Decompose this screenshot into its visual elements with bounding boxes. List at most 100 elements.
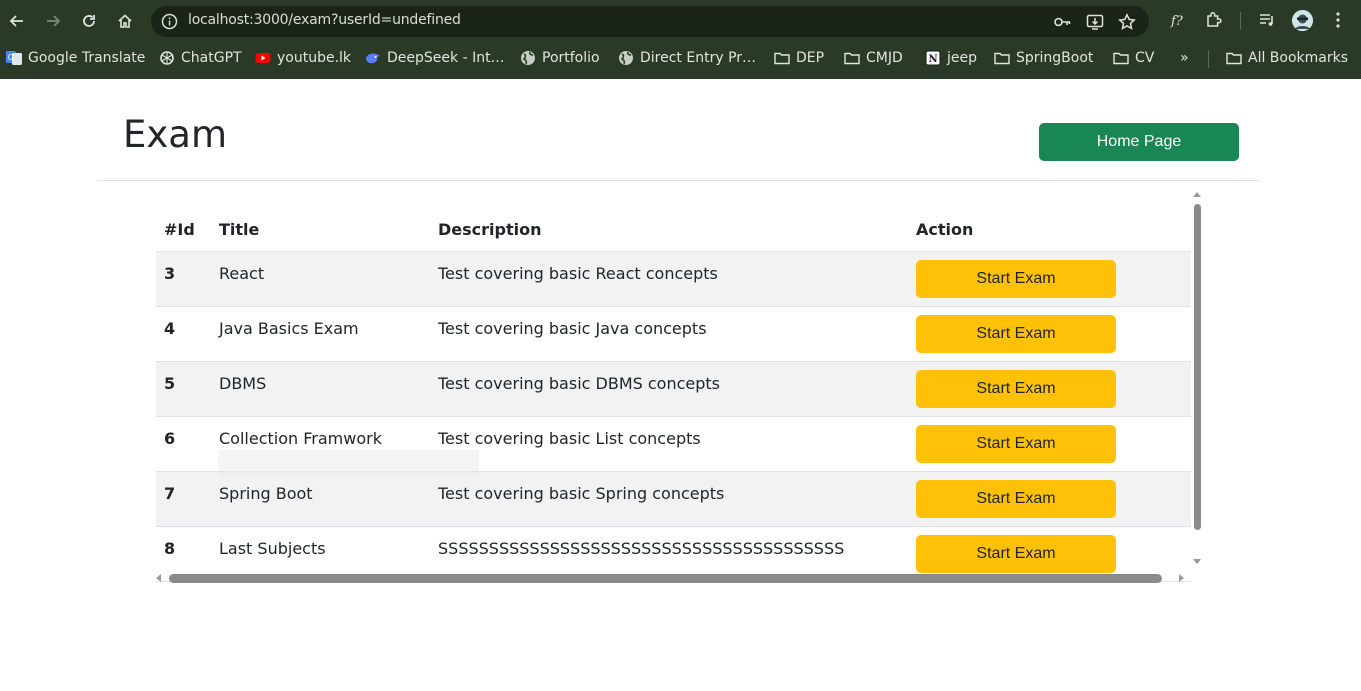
exam-action-cell: Start Exam [908, 306, 1191, 362]
exam-description: Test covering basic List concepts [430, 416, 908, 472]
start-exam-button[interactable]: Start Exam [916, 534, 1116, 573]
svg-text:f?: f? [1170, 14, 1184, 29]
bookmark-chatgpt[interactable]: ChatGPT [159, 48, 242, 68]
vertical-scroll-thumb[interactable] [1194, 204, 1201, 530]
folder-icon [1226, 50, 1242, 66]
install-app-icon[interactable] [1086, 13, 1104, 31]
folder-icon [774, 50, 790, 66]
url-text: localhost:3000/exam?userId=undefined [188, 12, 461, 28]
exam-title: React [211, 251, 430, 307]
table-row: 7 Spring Boot Test covering basic Spring… [156, 471, 1191, 527]
scroll-down-arrow-icon[interactable] [1193, 559, 1201, 564]
horizontal-scroll-thumb[interactable] [169, 574, 1162, 583]
more-bookmarks-label: » [1180, 50, 1189, 66]
bookmark-label: ChatGPT [181, 50, 242, 66]
profile-avatar[interactable] [1292, 10, 1313, 31]
start-exam-button[interactable]: Start Exam [916, 259, 1116, 298]
exam-title: Java Basics Exam [211, 306, 430, 362]
all-bookmarks-button[interactable]: All Bookmarks [1226, 48, 1348, 68]
chatgpt-icon [159, 50, 175, 66]
bookmark-jeep[interactable]: N jeep [925, 48, 977, 68]
bookmark-deepseek[interactable]: DeepSeek - Int… [365, 48, 505, 68]
bookmark-label: CMJD [866, 50, 903, 66]
browser-chrome: localhost:3000/exam?userId=undefined f? … [0, 0, 1361, 79]
bookmark-folder-dep[interactable]: DEP [774, 48, 824, 68]
youtube-icon [255, 50, 271, 66]
table-header-row: #Id Title Description Action [156, 188, 1191, 252]
font-extension-icon[interactable]: f? [1168, 10, 1188, 30]
drag-ghost-overlay [218, 450, 479, 476]
exam-action-cell: Start Exam [908, 471, 1191, 527]
exam-action-cell: Start Exam [908, 361, 1191, 417]
exam-title: Last Subjects [211, 526, 430, 582]
exam-id: 4 [156, 306, 211, 362]
bookmark-youtube[interactable]: youtube.lk [255, 48, 351, 68]
table-row: 4 Java Basics Exam Test covering basic J… [156, 306, 1191, 362]
back-icon[interactable] [6, 10, 28, 32]
toolbar-divider [1240, 12, 1241, 30]
extensions-icon[interactable] [1204, 10, 1224, 30]
start-exam-button[interactable]: Start Exam [916, 314, 1116, 353]
bookmarks-bar: G Google Translate ChatGPT youtube.lk De… [0, 44, 1361, 72]
bookmark-folder-cv[interactable]: CV [1113, 48, 1154, 68]
exam-table-container[interactable]: #Id Title Description Action 3 React Tes… [156, 188, 1204, 586]
menu-kebab-icon[interactable] [1328, 10, 1348, 30]
bookmark-label: DeepSeek - Int… [387, 50, 505, 66]
bookmark-direct-entry[interactable]: Direct Entry Pr… [618, 48, 756, 68]
exam-id: 8 [156, 526, 211, 582]
scroll-up-arrow-icon[interactable] [1193, 192, 1201, 197]
header-divider [97, 180, 1259, 181]
exam-table: #Id Title Description Action 3 React Tes… [156, 188, 1191, 582]
forward-icon[interactable] [42, 10, 64, 32]
start-exam-button[interactable]: Start Exam [916, 424, 1116, 463]
exam-description: Test covering basic React concepts [430, 251, 908, 307]
bookmark-google-translate[interactable]: G Google Translate [6, 48, 145, 68]
exam-action-cell: Start Exam [908, 416, 1191, 472]
exam-title: Spring Boot [211, 471, 430, 527]
start-exam-button[interactable]: Start Exam [916, 369, 1116, 408]
reload-icon[interactable] [78, 10, 100, 32]
scroll-right-arrow-icon[interactable] [1179, 574, 1184, 582]
bookmark-star-icon[interactable] [1118, 13, 1136, 31]
exam-action-cell: Start Exam [908, 526, 1191, 582]
table-row: 8 Last Subjects SSSSSSSSSSSSSSSSSSSSSSSS… [156, 526, 1191, 582]
bookmark-label: Google Translate [28, 50, 146, 66]
exam-id: 5 [156, 361, 211, 417]
exam-title: DBMS [211, 361, 430, 417]
bookmark-label: Portfolio [542, 50, 600, 66]
folder-icon [1113, 50, 1129, 66]
exam-description: SSSSSSSSSSSSSSSSSSSSSSSSSSSSSSSSSSSSSSSS [430, 526, 908, 582]
more-bookmarks-button[interactable]: » [1180, 48, 1189, 68]
key-icon[interactable] [1053, 13, 1071, 31]
notion-icon: N [925, 50, 941, 66]
globe-icon [520, 50, 536, 66]
scroll-left-arrow-icon[interactable] [156, 574, 161, 582]
column-header-description: Description [430, 188, 908, 252]
exam-description: Test covering basic Java concepts [430, 306, 908, 362]
site-info-icon[interactable] [161, 13, 178, 30]
exam-id: 7 [156, 471, 211, 527]
home-page-button[interactable]: Home Page [1039, 123, 1239, 161]
bookmark-folder-cmjd[interactable]: CMJD [844, 48, 903, 68]
column-header-title: Title [211, 188, 430, 252]
exam-description: Test covering basic DBMS concepts [430, 361, 908, 417]
media-control-icon[interactable] [1257, 10, 1277, 30]
bookmark-folder-springboot[interactable]: SpringBoot [994, 48, 1093, 68]
bookmark-portfolio[interactable]: Portfolio [520, 48, 600, 68]
svg-text:G: G [8, 53, 14, 62]
address-bar[interactable]: localhost:3000/exam?userId=undefined [151, 6, 1149, 37]
column-header-action: Action [908, 188, 1191, 252]
bookmark-label: jeep [947, 50, 978, 66]
table-row: 3 React Test covering basic React concep… [156, 251, 1191, 307]
folder-icon [994, 50, 1010, 66]
google-translate-icon: G [6, 50, 22, 66]
bookmark-label: Direct Entry Pr… [640, 50, 757, 66]
page-title: Exam [123, 113, 227, 156]
home-icon[interactable] [114, 10, 136, 32]
exam-id: 3 [156, 251, 211, 307]
deepseek-icon [365, 50, 381, 66]
bookmark-label: youtube.lk [277, 50, 352, 66]
bookmark-label: DEP [796, 50, 825, 66]
start-exam-button[interactable]: Start Exam [916, 479, 1116, 518]
bookmark-label: CV [1135, 50, 1155, 66]
